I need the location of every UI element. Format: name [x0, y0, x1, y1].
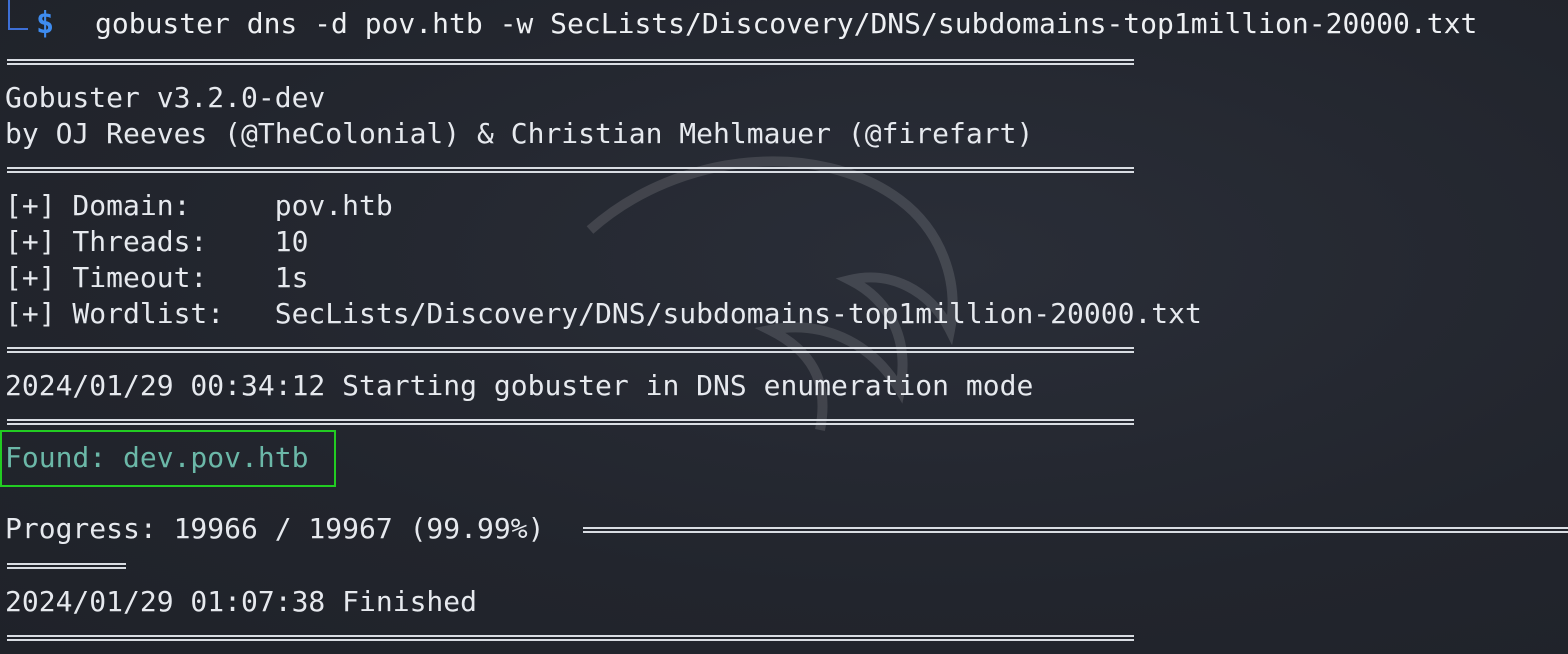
banner-version: Gobuster v3.2.0-dev	[5, 81, 326, 114]
config-key: [+] Domain:	[5, 189, 275, 222]
finished-line: 2024/01/29 01:07:38 Finished	[5, 585, 478, 618]
config-value: 1s	[274, 261, 309, 294]
separator-rule	[7, 635, 1134, 641]
separator-rule	[7, 59, 1134, 65]
progress-bar-wrap	[7, 563, 126, 569]
config-domain: [+] Domain: pov.htb	[5, 188, 393, 224]
config-timeout: [+] Timeout: 1s	[5, 260, 308, 296]
config-key: [+] Timeout:	[5, 261, 275, 294]
terminal-window[interactable]: $ gobuster dns -d pov.htb -w SecLists/Di…	[0, 0, 1568, 654]
config-value: SecLists/Discovery/DNS/subdomains-top1mi…	[274, 297, 1202, 330]
prompt-corner-icon	[8, 0, 28, 30]
separator-rule	[7, 347, 1134, 353]
banner-authors: by OJ Reeves (@TheColonial) & Christian …	[5, 117, 1034, 150]
progress-label: Progress: 19966 / 19967 (99.99%)	[5, 512, 545, 545]
found-result[interactable]: Found: dev.pov.htb	[5, 440, 308, 476]
config-value: pov.htb	[274, 189, 393, 222]
config-wordlist: [+] Wordlist: SecLists/Discovery/DNS/sub…	[5, 296, 1202, 332]
separator-rule	[7, 167, 1134, 173]
progress-bar	[583, 527, 1568, 533]
start-line: 2024/01/29 00:34:12 Starting gobuster in…	[5, 369, 1034, 402]
config-key: [+] Threads:	[5, 225, 275, 258]
config-value: 10	[274, 225, 309, 258]
separator-rule	[7, 419, 1134, 425]
prompt-symbol: $	[36, 6, 55, 41]
config-key: [+] Wordlist:	[5, 297, 275, 330]
config-threads: [+] Threads: 10	[5, 224, 308, 260]
command-text[interactable]: gobuster dns -d pov.htb -w SecLists/Disc…	[95, 6, 1477, 42]
